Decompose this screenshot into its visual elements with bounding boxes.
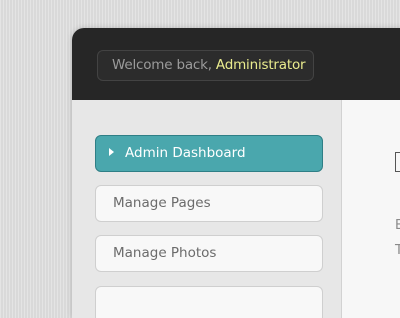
welcome-badge[interactable]: Welcome back, Administrator — [97, 50, 314, 81]
header-bar: Welcome back, Administrator — [72, 28, 400, 100]
admin-window: Welcome back, Administrator Admin Dashbo… — [72, 28, 400, 318]
main-text-line: T — [395, 243, 400, 258]
sidebar-item-label: Manage Pages — [113, 195, 211, 211]
sidebar-item-manage-photos[interactable]: Manage Photos — [95, 235, 323, 272]
sidebar-item-admin-dashboard[interactable]: Admin Dashboard — [95, 135, 323, 172]
sidebar-item-label: Manage Photos — [113, 245, 217, 261]
content-frame — [395, 152, 400, 172]
sidebar-item-manage-pages[interactable]: Manage Pages — [95, 185, 323, 222]
welcome-text: Welcome back, — [112, 57, 216, 73]
sidebar-item-partial[interactable] — [95, 286, 323, 318]
caret-right-icon — [109, 148, 114, 156]
sidebar: Admin Dashboard Manage Pages Manage Phot… — [72, 100, 342, 318]
main-text-line: E — [395, 218, 400, 233]
username: Administrator — [215, 57, 306, 73]
sidebar-item-label: Admin Dashboard — [125, 145, 246, 161]
main-content: E T — [342, 100, 400, 318]
